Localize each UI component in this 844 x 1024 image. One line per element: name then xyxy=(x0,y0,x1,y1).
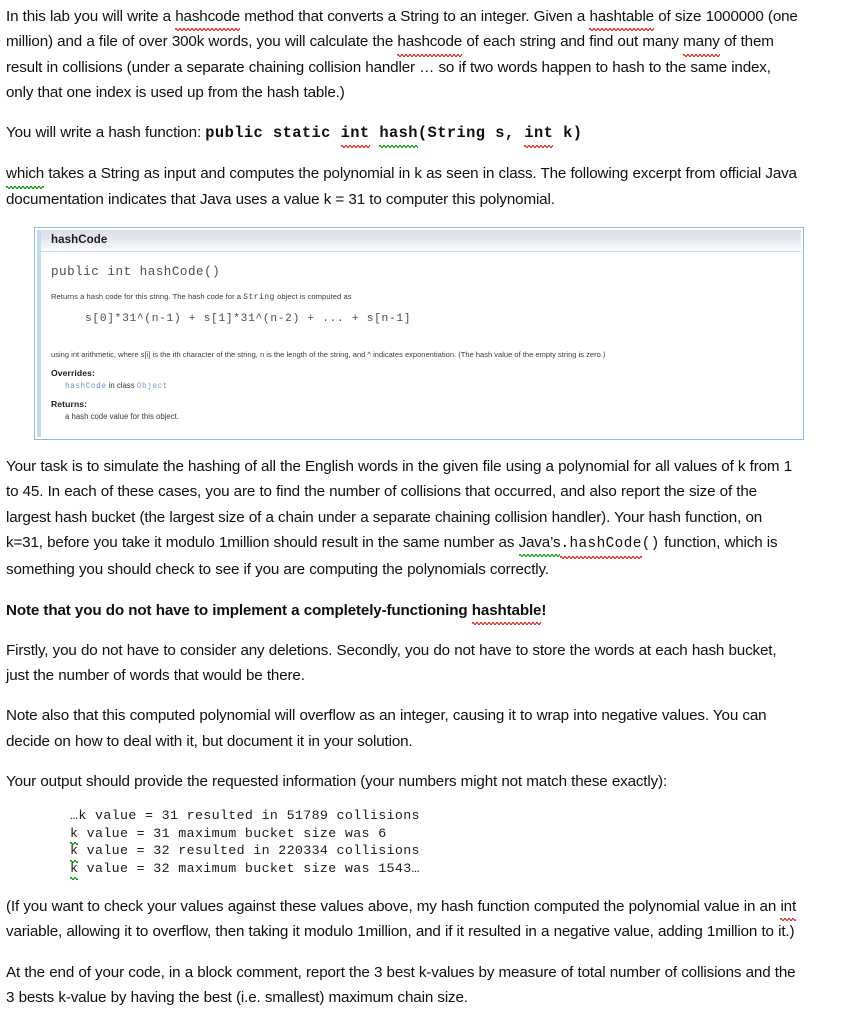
paragraph-overflow: Note also that this computed polynomial … xyxy=(6,707,767,750)
javadoc-desc-type-string: String xyxy=(243,294,275,303)
javadoc-header-title: hashCode xyxy=(41,230,801,253)
javadoc-description: Returns a hash code for this string. The… xyxy=(51,291,795,304)
output-line-2-rest: value = 31 maximum bucket size was 6 xyxy=(78,825,387,841)
which-takes-rest: takes a String as input and computes the… xyxy=(6,165,797,208)
intro-text-part2: method that converts a String to an inte… xyxy=(239,8,590,25)
code-public-static: public static xyxy=(205,124,341,143)
misspelling-hashtable: hashtable xyxy=(589,4,654,32)
misspelling-hashtable-2: hashtable xyxy=(471,598,541,626)
javadoc-body: public int hashCode() Returns a hash cod… xyxy=(41,252,801,437)
paragraph-task: Your task is to simulate the hashing of … xyxy=(6,454,798,582)
intro-text-part1: In this lab you will write a xyxy=(6,8,176,25)
code-int-keyword-2: int xyxy=(524,121,554,149)
javadoc-inner: hashCode public int hashCode() Returns a… xyxy=(37,230,801,438)
paragraph-firstly: Firstly, you do not have to consider any… xyxy=(6,641,777,685)
paragraph-output-intro: Your output should provide the requested… xyxy=(6,773,668,791)
javadoc-note-post: is the ith character of the string, n is… xyxy=(150,350,606,360)
code-hash-name: hash xyxy=(379,121,418,149)
output-line-4-rest: value = 32 maximum bucket size was 1543… xyxy=(78,860,420,876)
code-hashcode-parens: () xyxy=(641,535,660,552)
output-line-2: k value = 31 maximum bucket size was 6 xyxy=(70,825,798,846)
javadoc-note-pre: using xyxy=(51,350,72,360)
javadoc-excerpt-box: hashCode public int hashCode() Returns a… xyxy=(34,227,804,441)
misspelling-hashcode: hashcode xyxy=(175,4,240,32)
javadoc-arithmetic-note: using int arithmetic, where s[i] is the … xyxy=(51,349,795,360)
javadoc-overrides-link-object[interactable]: Object xyxy=(137,383,168,391)
javadoc-overrides-label: Overrides: xyxy=(51,368,95,379)
misspelling-int: int xyxy=(780,894,796,922)
misspelling-hashcode-2: hashcode xyxy=(397,29,462,57)
javadoc-returns-label: Returns: xyxy=(51,399,88,410)
javadoc-overrides-link-hashcode[interactable]: hashCode xyxy=(65,383,106,391)
paragraph-which-takes: which takes a String as input and comput… xyxy=(6,161,798,212)
paragraph-check-values: (If you want to check your values agains… xyxy=(6,894,798,945)
javadoc-hash-formula: s[0]*31^(n-1) + s[1]*31^(n-2) + ... + s[… xyxy=(85,313,412,326)
grammar-which: which xyxy=(6,161,44,190)
output-line-1-prefix: …k xyxy=(70,808,87,824)
check-values-part2: variable, allowing it to overflow, then … xyxy=(6,923,795,941)
grammar-k-4: k xyxy=(70,860,79,881)
paragraph-block-comment: At the end of your code, in a block comm… xyxy=(6,963,796,1006)
javadoc-note-mid: arithmetic, where xyxy=(79,350,141,360)
grammar-javas: Java’s xyxy=(518,530,561,558)
paragraph-note-bold: Note that you do not have to implement a… xyxy=(6,598,798,626)
output-line-3-rest: value = 32 resulted in 220334 collisions xyxy=(78,843,420,859)
grammar-k-3: k xyxy=(70,843,79,864)
javadoc-overrides-value: hashCode in class Object xyxy=(65,381,795,392)
javadoc-desc-post: object is computed as xyxy=(274,292,352,302)
javadoc-method-signature: public int hashCode() xyxy=(51,265,221,280)
output-line-1-rest: value = 31 resulted in 51789 collisions xyxy=(86,808,420,824)
intro-text-part4: of each string and find out many xyxy=(462,33,684,51)
code-int-keyword-1: int xyxy=(340,121,370,149)
grammar-k-2: k xyxy=(70,825,79,846)
code-params-first: (String s, xyxy=(417,124,525,143)
paragraph-signature: You will write a hash function: public s… xyxy=(6,120,798,149)
javadoc-returns-value: a hash code value for this object. xyxy=(65,412,179,422)
javadoc-note-int: int xyxy=(71,350,80,360)
check-values-part1: (If you want to check your values agains… xyxy=(6,897,781,915)
javadoc-note-si: s[i] xyxy=(140,350,151,360)
note-text-1: Note that you do not have to implement a… xyxy=(6,601,472,619)
code-params-last: k) xyxy=(553,124,583,143)
output-line-4: k value = 32 maximum bucket size was 154… xyxy=(70,860,798,881)
misspelling-many: many xyxy=(683,29,720,57)
output-line-3: k value = 32 resulted in 220334 collisio… xyxy=(70,842,798,864)
console-output-block: …k value = 31 resulted in 51789 collisio… xyxy=(70,807,798,881)
code-hashcode-call: .hashCode xyxy=(560,532,643,560)
document-page: In this lab you will write a hashcode me… xyxy=(0,0,844,1024)
note-text-2: ! xyxy=(541,601,547,619)
javadoc-desc-pre: Returns a hash code for this string. The… xyxy=(51,292,244,302)
output-line-1: …k value = 31 resulted in 51789 collisio… xyxy=(70,807,798,824)
code-spacer xyxy=(370,124,380,142)
javadoc-overrides-in-class: in class xyxy=(106,381,137,391)
signature-lead: You will write a hash function: xyxy=(6,124,206,142)
paragraph-intro: In this lab you will write a hashcode me… xyxy=(6,4,798,105)
